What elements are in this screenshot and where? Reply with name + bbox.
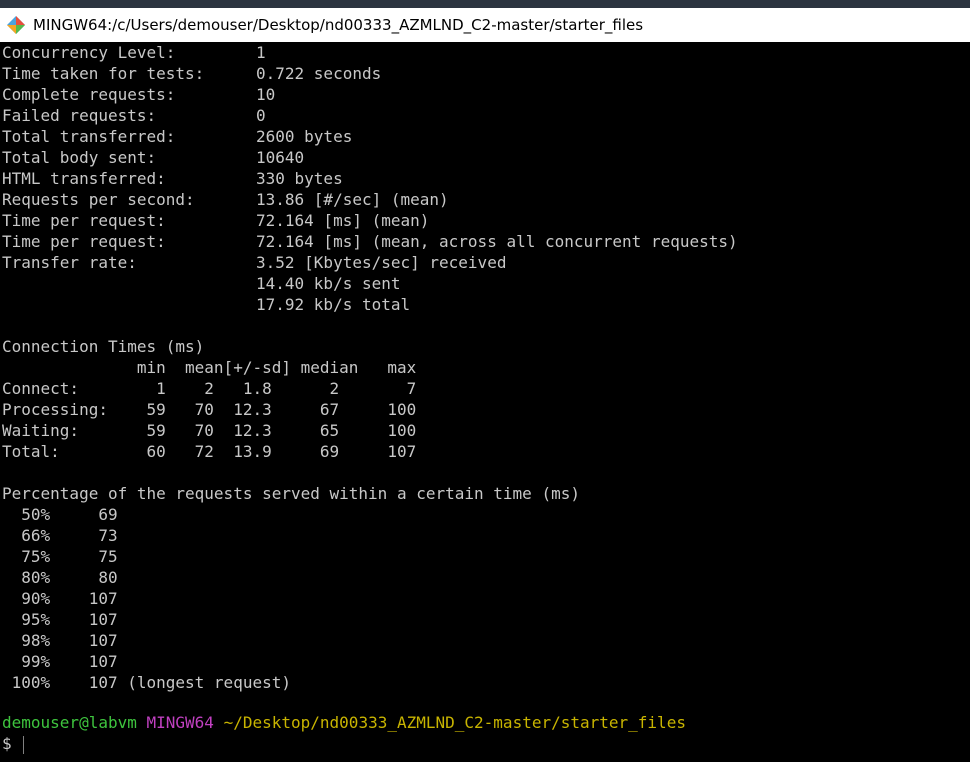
stat-line: Concurrency Level: 1 <box>2 43 266 62</box>
percentile-row: 98% 107 <box>2 631 118 650</box>
connection-times-row: Processing: 59 70 12.3 67 100 <box>2 400 417 419</box>
connection-times-heading: Connection Times (ms) <box>2 337 205 356</box>
shell-prompt: demouser@labvm MINGW64 ~/Desktop/nd00333… <box>2 712 686 733</box>
percentile-row: 66% 73 <box>2 526 118 545</box>
prompt-symbol: $ <box>2 734 12 753</box>
connection-times-row: Total: 60 72 13.9 69 107 <box>2 442 417 461</box>
git-bash-icon <box>7 16 25 34</box>
stat-line: Requests per second: 13.86 [#/sec] (mean) <box>2 190 449 209</box>
stat-line: HTML transferred: 330 bytes <box>2 169 343 188</box>
stat-line: Transfer rate: 3.52 [Kbytes/sec] received <box>2 253 507 272</box>
stat-line: Total body sent: 10640 <box>2 148 305 167</box>
connection-times-row: Connect: 1 2 1.8 2 7 <box>2 379 417 398</box>
prompt-path: ~/Desktop/nd00333_AZMLND_C2-master/start… <box>223 713 686 732</box>
stat-line: Failed requests: 0 <box>2 106 266 125</box>
stat-line: Complete requests: 10 <box>2 85 276 104</box>
window-top-border <box>0 0 970 8</box>
title-bar[interactable]: MINGW64:/c/Users/demouser/Desktop/nd0033… <box>0 8 970 42</box>
prompt-user-host: demouser@labvm <box>2 713 137 732</box>
stat-line: Time per request: 72.164 [ms] (mean, acro… <box>2 232 738 251</box>
prompt-shell: MINGW64 <box>146 713 214 732</box>
terminal-window: MINGW64:/c/Users/demouser/Desktop/nd0033… <box>0 0 970 762</box>
percentile-row: 50% 69 <box>2 505 118 524</box>
percentile-row: 75% 75 <box>2 547 118 566</box>
window-title: MINGW64:/c/Users/demouser/Desktop/nd0033… <box>33 16 644 34</box>
stat-line: Time taken for tests: 0.722 seconds <box>2 64 382 83</box>
connection-times-row: Waiting: 59 70 12.3 65 100 <box>2 421 417 440</box>
connection-times-header: min mean[+/-sd] median max <box>2 358 417 377</box>
percentile-row: 95% 107 <box>2 610 118 629</box>
stat-line: Total transferred: 2600 bytes <box>2 127 353 146</box>
text-cursor <box>23 736 24 754</box>
percentile-row: 90% 107 <box>2 589 118 608</box>
percentile-row: 100% 107 (longest request) <box>2 673 291 692</box>
percentile-row: 80% 80 <box>2 568 118 587</box>
terminal-output[interactable]: Concurrency Level: 1 Time taken for tests… <box>0 42 970 762</box>
percentile-row: 99% 107 <box>2 652 118 671</box>
percentiles-heading: Percentage of the requests served within… <box>2 484 580 503</box>
stat-line: Time per request: 72.164 [ms] (mean) <box>2 211 430 230</box>
command-input[interactable]: $ <box>2 733 12 755</box>
